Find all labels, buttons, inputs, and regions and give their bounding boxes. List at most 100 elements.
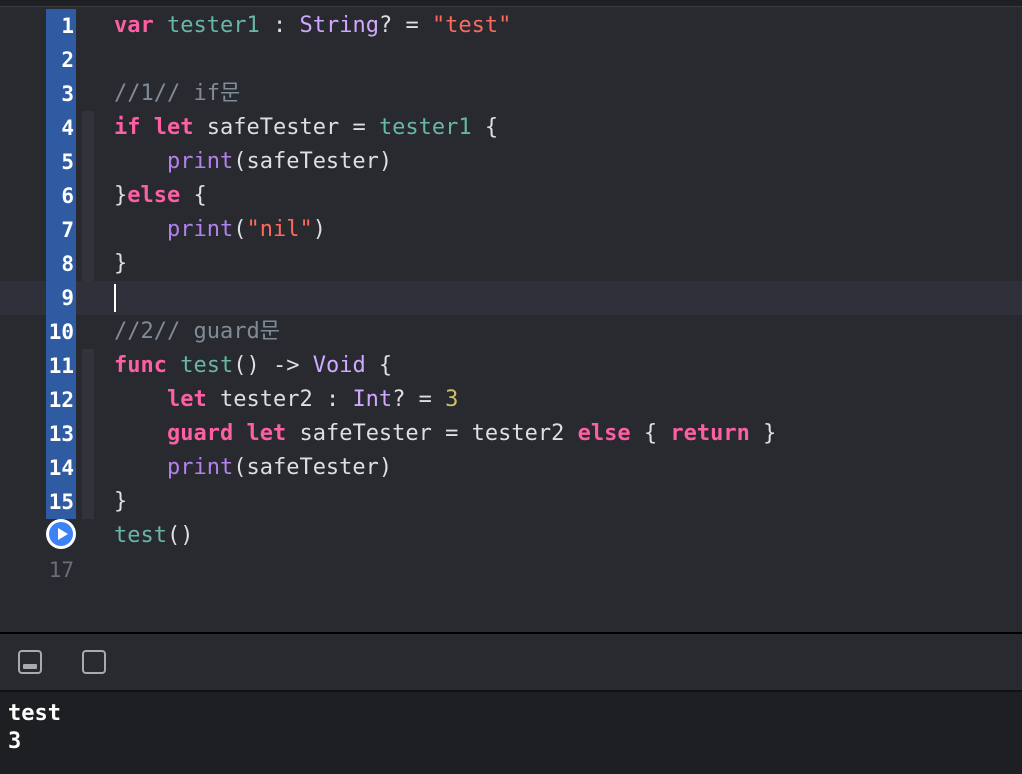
code-fold-ribbon[interactable] [82, 349, 94, 383]
code-text[interactable]: let tester2 : Int? = 3 [114, 383, 458, 417]
code-line[interactable]: 15} [0, 485, 1022, 519]
code-token: func [114, 353, 167, 378]
code-text[interactable]: }else { [114, 179, 207, 213]
code-token: } [114, 183, 128, 208]
code-token: ( [233, 217, 247, 242]
console-icon[interactable] [82, 650, 106, 674]
code-token: test [180, 353, 234, 378]
hide-debug-area-icon[interactable] [18, 650, 42, 674]
code-line[interactable]: test() [0, 519, 1022, 553]
code-token: { [180, 183, 207, 208]
code-fold-ribbon[interactable] [82, 383, 94, 417]
code-token: guard [166, 421, 234, 446]
code-token: let [246, 421, 287, 446]
code-token: safeTester = [193, 115, 379, 140]
code-token: if [114, 115, 141, 140]
code-line[interactable]: 14 print(safeTester) [0, 451, 1022, 485]
code-token: //1// if문 [114, 81, 241, 106]
code-line[interactable]: 17 [0, 553, 1022, 587]
line-number: 6 [61, 184, 74, 208]
code-line[interactable]: 5 print(safeTester) [0, 145, 1022, 179]
code-line[interactable]: 4 if let safeTester = tester1 { [0, 111, 1022, 145]
code-token: ? = [378, 13, 432, 38]
code-text[interactable]: print(safeTester) [114, 451, 392, 485]
line-number: 7 [61, 218, 74, 242]
code-token: print [166, 217, 234, 242]
code-text[interactable]: guard let safeTester = tester2 else { re… [114, 417, 776, 451]
code-token: () [166, 523, 194, 548]
line-number: 15 [48, 490, 74, 514]
line-number: 17 [48, 558, 74, 582]
code-line[interactable]: 13 guard let safeTester = tester2 else {… [0, 417, 1022, 451]
code-fold-ribbon[interactable] [82, 451, 94, 485]
code-text[interactable]: var tester1 : String? = "test" [114, 9, 511, 43]
code-token: return [670, 421, 750, 446]
code-line[interactable]: 6}else { [0, 179, 1022, 213]
code-text[interactable]: //1// if문 [114, 77, 240, 111]
code-fold-ribbon[interactable] [82, 145, 94, 179]
code-token: (safeTester) [233, 455, 393, 480]
code-text[interactable]: //2// guard문 [114, 315, 280, 349]
code-line[interactable]: 10 //2// guard문 [0, 315, 1022, 349]
code-token: { [630, 421, 671, 446]
code-text[interactable]: } [114, 485, 127, 519]
line-number: 5 [61, 150, 74, 174]
code-token: //2// guard문 [114, 319, 280, 344]
code-fold-ribbon[interactable] [82, 179, 94, 213]
code-fold-ribbon[interactable] [82, 417, 94, 451]
code-fold-ribbon[interactable] [82, 213, 94, 247]
console-line: test [8, 701, 61, 726]
line-number: 12 [48, 388, 74, 412]
code-token: var [114, 13, 154, 38]
code-fold-ribbon[interactable] [82, 111, 94, 145]
code-token: test [114, 523, 167, 548]
code-token: let [153, 115, 194, 140]
code-text[interactable]: test() [114, 519, 193, 553]
code-token: Void [312, 353, 366, 378]
code-text[interactable] [114, 281, 116, 315]
code-line[interactable]: 12 let tester2 : Int? = 3 [0, 383, 1022, 417]
code-text[interactable]: func test() -> Void { [114, 349, 392, 383]
code-line[interactable]: 7 print("nil") [0, 213, 1022, 247]
code-token: print [166, 149, 234, 174]
code-line[interactable]: 9 [0, 281, 1022, 315]
line-number: 13 [48, 422, 74, 446]
console-output[interactable]: test 3 [0, 692, 1022, 774]
code-text[interactable]: if let safeTester = tester1 { [114, 111, 498, 145]
code-token: { [471, 115, 499, 140]
code-token: tester1 [378, 115, 472, 140]
code-token: "test" [431, 13, 512, 38]
code-line[interactable]: 11 func test() -> Void { [0, 349, 1022, 383]
code-line[interactable]: 2 [0, 43, 1022, 77]
code-text[interactable]: print("nil") [114, 213, 326, 247]
code-line[interactable]: 1 var tester1 : String? = "test" [0, 9, 1022, 43]
code-token: else [577, 421, 631, 446]
code-token: safeTester = tester2 [286, 421, 578, 446]
code-token: let [166, 387, 207, 412]
code-line[interactable]: 8} [0, 247, 1022, 281]
debug-toolbar [0, 634, 1022, 692]
code-fold-ribbon[interactable] [82, 247, 94, 281]
run-line-button[interactable] [46, 519, 76, 549]
code-token: else [127, 183, 181, 208]
code-token: String [299, 13, 379, 38]
line-number: 10 [48, 320, 74, 344]
code-token: tester2 : [206, 387, 353, 412]
code-line[interactable]: 3 //1// if문 [0, 77, 1022, 111]
code-text[interactable]: print(safeTester) [114, 145, 392, 179]
code-token: : [259, 13, 300, 38]
line-number: 14 [48, 456, 74, 480]
line-number: 3 [61, 82, 74, 106]
code-token: tester1 [167, 13, 260, 38]
code-token: "nil" [246, 217, 313, 242]
code-editor[interactable]: 1 var tester1 : String? = "test" 2 3 //1// i… [0, 7, 1022, 632]
code-token: ? = [392, 387, 446, 412]
code-text[interactable]: } [114, 247, 127, 281]
code-fold-ribbon[interactable] [82, 485, 94, 519]
code-token: { [365, 353, 393, 378]
